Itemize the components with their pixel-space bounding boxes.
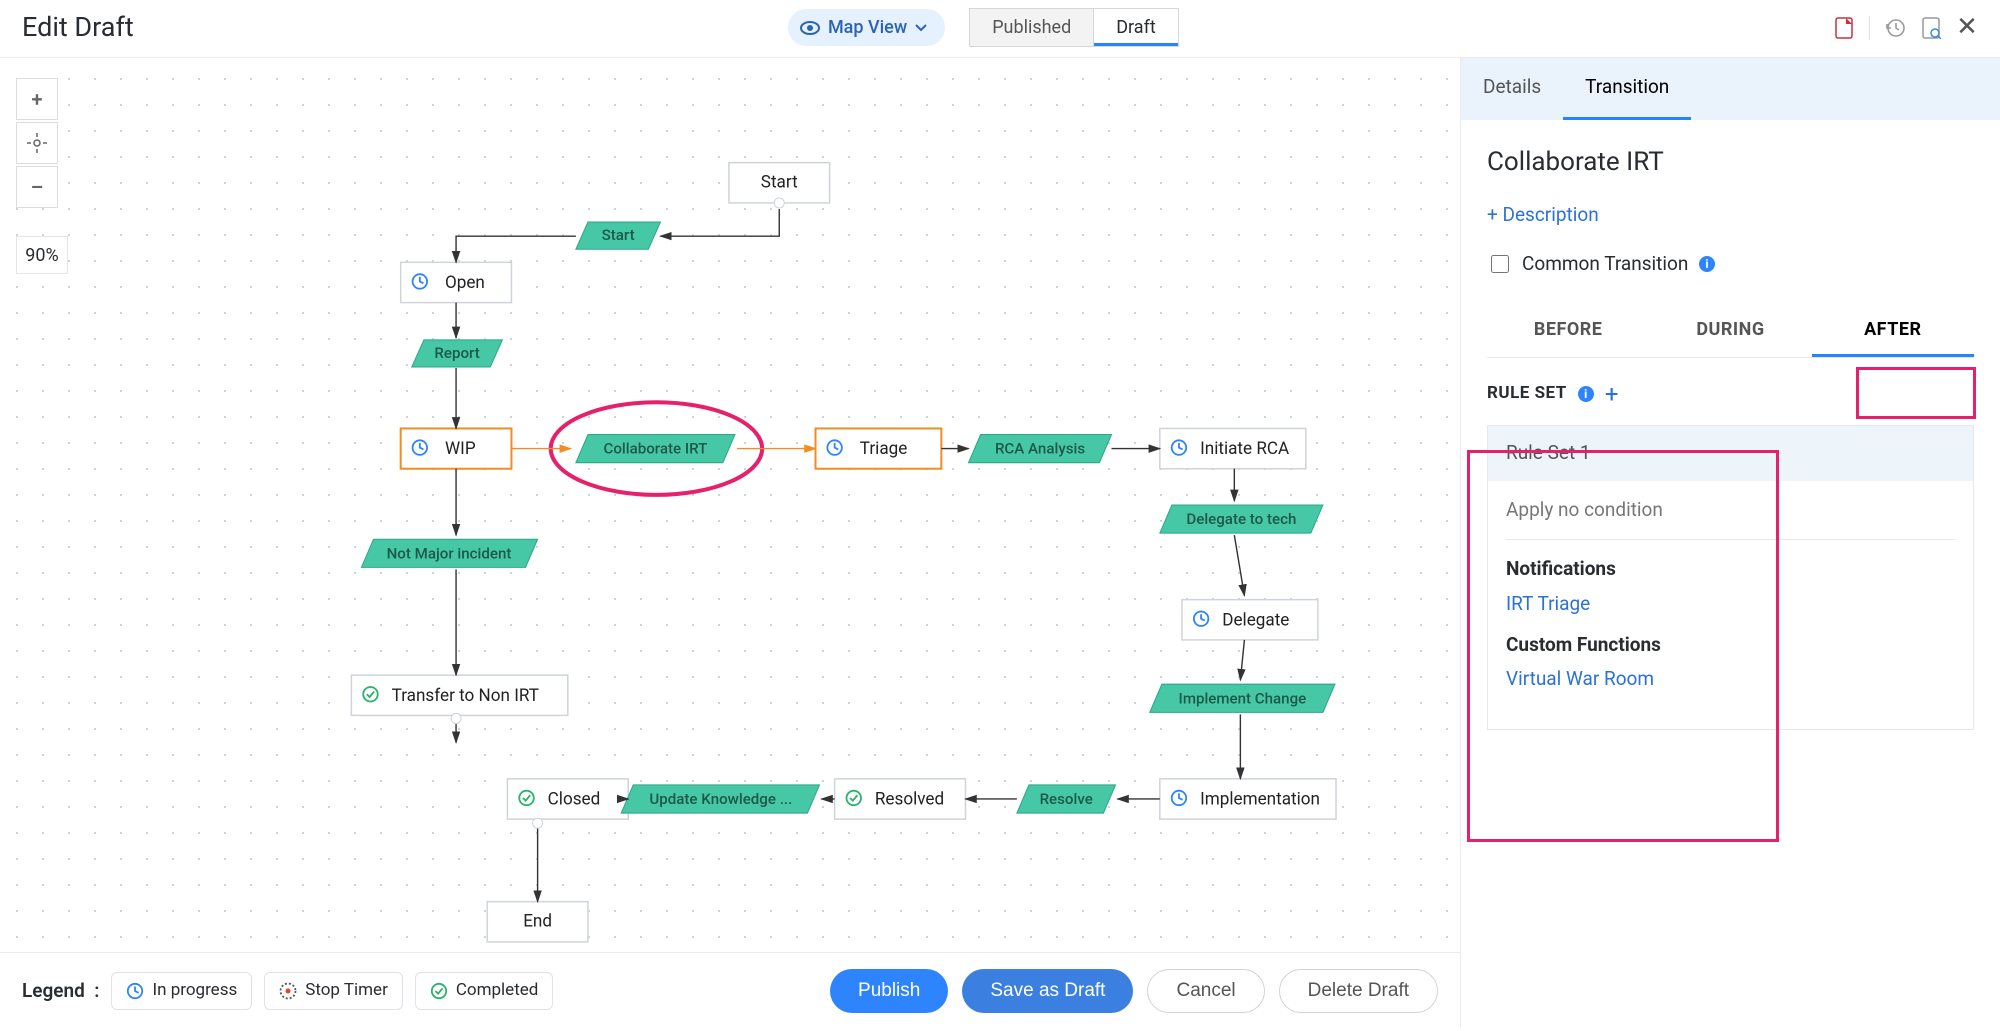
zoom-locate-button[interactable] (16, 122, 58, 164)
node-transfer-non-irt[interactable]: Transfer to Non IRT (351, 675, 567, 715)
eye-icon (800, 18, 820, 38)
svg-text:Transfer to Non IRT: Transfer to Non IRT (392, 686, 539, 706)
node-open[interactable]: Open (401, 263, 512, 303)
version-tabs: Published Draft (969, 8, 1179, 47)
ruleset-item[interactable]: Rule Set 1 Apply no condition Notificati… (1487, 425, 1974, 730)
transition-implement-change[interactable]: Implement Change (1150, 684, 1335, 712)
transition-resolve[interactable]: Resolve (1017, 785, 1116, 813)
add-description-link[interactable]: + Description (1487, 202, 1974, 229)
zoom-in-button[interactable]: + (16, 78, 58, 120)
node-implementation[interactable]: Implementation (1160, 779, 1336, 819)
divider (1869, 16, 1870, 40)
common-transition-checkbox[interactable] (1491, 255, 1509, 273)
ruleset-heading: RULE SET (1487, 382, 1567, 406)
close-icon[interactable]: ✕ (1956, 17, 1978, 39)
transition-update-knowledge[interactable]: Update Knowledge ... (621, 785, 819, 813)
svg-text:WIP: WIP (445, 439, 476, 459)
node-closed[interactable]: Closed (507, 779, 628, 819)
transition-title: Collaborate IRT (1487, 144, 1974, 180)
svg-text:Delegate to tech: Delegate to tech (1186, 510, 1296, 528)
stage-tab-during[interactable]: DURING (1649, 303, 1811, 356)
common-transition-label: Common Transition (1522, 251, 1688, 278)
zoom-level[interactable]: 90% (16, 236, 68, 274)
tab-details[interactable]: Details (1461, 58, 1563, 120)
ruleset-name: Rule Set 1 (1488, 426, 1973, 481)
notification-link[interactable]: IRT Triage (1506, 591, 1590, 618)
stage-tabs: BEFORE DURING AFTER (1487, 303, 1974, 357)
side-tabs: Details Transition (1461, 58, 2000, 120)
node-initiate-rca[interactable]: Initiate RCA (1160, 429, 1306, 469)
svg-text:Closed: Closed (548, 790, 601, 810)
zoom-out-button[interactable]: – (16, 166, 58, 208)
svg-text:Resolve: Resolve (1040, 790, 1093, 808)
transition-rca-analysis[interactable]: RCA Analysis (969, 435, 1112, 463)
node-delegate[interactable]: Delegate (1182, 600, 1318, 640)
svg-text:Start: Start (761, 172, 798, 192)
transition-collaborate-irt[interactable]: Collaborate IRT (576, 435, 735, 463)
tab-published[interactable]: Published (970, 9, 1094, 46)
transition-start[interactable]: Start (576, 222, 661, 249)
svg-text:Delegate: Delegate (1222, 610, 1289, 630)
preview-icon[interactable] (1920, 17, 1942, 39)
svg-text:Implement Change: Implement Change (1179, 689, 1307, 707)
delete-draft-button[interactable]: Delete Draft (1279, 969, 1438, 1013)
chevron-down-icon (915, 22, 927, 34)
page-title: Edit Draft (22, 9, 134, 47)
svg-text:i: i (1584, 387, 1588, 401)
transition-report[interactable]: Report (412, 340, 503, 367)
custom-fn-link[interactable]: Virtual War Room (1506, 666, 1654, 693)
add-ruleset-button[interactable]: + (1605, 378, 1619, 412)
publish-button[interactable]: Publish (830, 969, 948, 1013)
node-start[interactable]: Start (729, 163, 830, 208)
save-draft-button[interactable]: Save as Draft (962, 969, 1133, 1013)
stage-tab-after[interactable]: AFTER (1812, 303, 1974, 356)
legend-completed: Completed (415, 972, 554, 1010)
svg-text:Open: Open (445, 273, 485, 293)
node-triage[interactable]: Triage (815, 429, 941, 469)
map-view-dropdown[interactable]: Map View (788, 9, 945, 46)
legend-stop-timer: Stop Timer (264, 972, 403, 1010)
stage-tab-before[interactable]: BEFORE (1487, 303, 1649, 356)
node-resolved[interactable]: Resolved (835, 779, 966, 819)
map-view-label: Map View (828, 15, 907, 40)
cancel-button[interactable]: Cancel (1147, 969, 1264, 1013)
tab-transition[interactable]: Transition (1563, 58, 1691, 120)
svg-text:RCA Analysis: RCA Analysis (995, 440, 1085, 458)
pdf-icon[interactable] (1833, 17, 1855, 39)
svg-text:Initiate RCA: Initiate RCA (1200, 439, 1289, 459)
custom-fn-heading: Custom Functions (1506, 632, 1955, 659)
transition-delegate-tech[interactable]: Delegate to tech (1160, 505, 1323, 533)
svg-text:End: End (523, 911, 552, 931)
svg-text:Update Knowledge ...: Update Knowledge ... (649, 790, 792, 808)
svg-text:Resolved: Resolved (875, 790, 944, 810)
legend-label: Legend : (22, 978, 99, 1005)
workflow-canvas[interactable]: + – 90% Start (4, 66, 1456, 952)
transition-not-major[interactable]: Not Major incident (361, 539, 537, 567)
svg-text:Implementation: Implementation (1200, 790, 1320, 810)
info-icon[interactable]: i (1577, 385, 1595, 403)
history-icon[interactable] (1884, 17, 1906, 39)
svg-text:Not Major incident: Not Major incident (387, 544, 512, 562)
info-icon[interactable]: i (1698, 255, 1716, 273)
node-wip[interactable]: WIP (401, 429, 512, 469)
tab-draft[interactable]: Draft (1094, 9, 1178, 46)
legend-in-progress: In progress (111, 972, 252, 1010)
ruleset-condition: Apply no condition (1506, 497, 1955, 541)
node-end[interactable]: End (487, 902, 588, 942)
svg-text:Report: Report (434, 344, 479, 362)
svg-text:Collaborate IRT: Collaborate IRT (603, 440, 707, 458)
svg-text:Start: Start (602, 226, 635, 244)
notifications-heading: Notifications (1506, 556, 1955, 583)
svg-text:i: i (1706, 257, 1709, 271)
svg-text:Triage: Triage (860, 439, 908, 459)
